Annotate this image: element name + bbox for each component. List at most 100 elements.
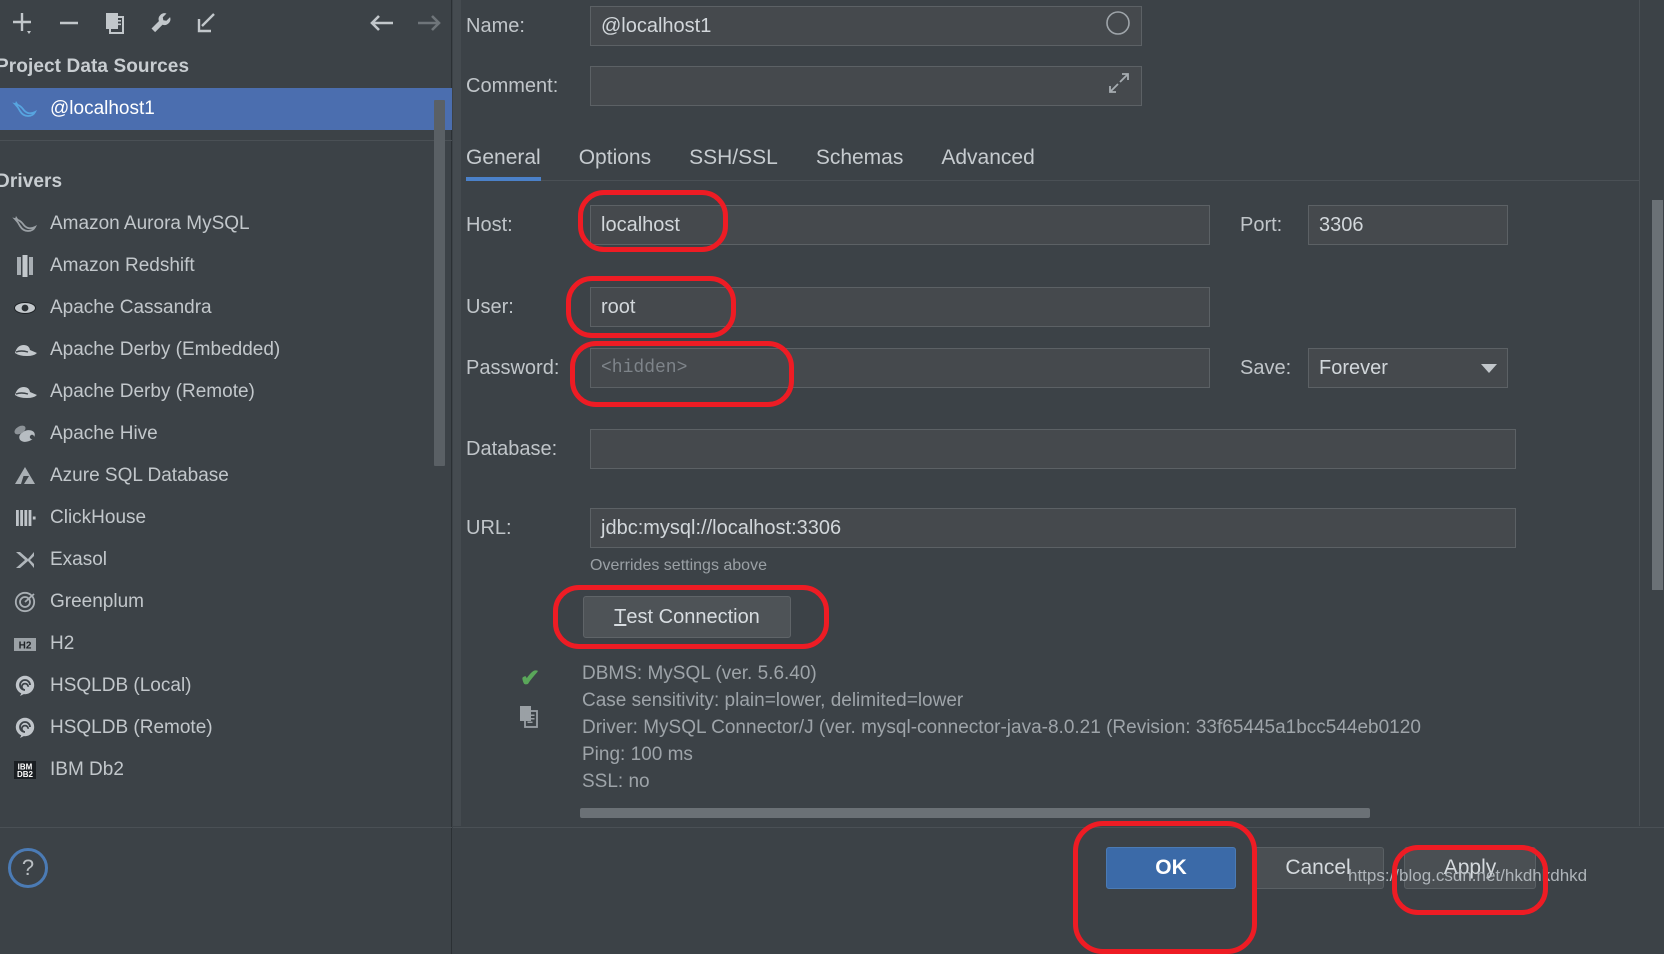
data-source-item-localhost1[interactable]: @localhost1: [0, 88, 452, 130]
driver-label: IBM Db2: [50, 759, 124, 781]
copy-to-clipboard-icon[interactable]: [518, 704, 542, 735]
driver-item-amazon-aurora-mysql[interactable]: Amazon Aurora MySQL: [0, 203, 452, 245]
data-sources-tree[interactable]: Project Data Sources @localhost1 Drivers…: [0, 46, 452, 826]
forward-button[interactable]: [406, 1, 452, 45]
cassandra-eye-icon: [0, 297, 50, 319]
driver-item-clickhouse[interactable]: ClickHouse: [0, 497, 452, 539]
driver-label: ClickHouse: [50, 507, 146, 529]
watermark-text: https://blog.csdn.net/hkdhkdhkd: [1348, 866, 1587, 886]
add-data-source-button[interactable]: [0, 1, 46, 45]
driver-item-ibm-db2[interactable]: IBMDB2 IBM Db2: [0, 749, 452, 791]
tab-ssh-ssl[interactable]: SSH/SSL: [689, 146, 778, 181]
clickhouse-icon: [0, 507, 50, 529]
driver-item-apache-derby-embedded[interactable]: Apache Derby (Embedded): [0, 329, 452, 371]
mysql-dolphin-icon: [0, 213, 50, 235]
save-label: Save:: [1240, 357, 1308, 380]
result-line-ssl: SSL: no: [582, 768, 1421, 795]
url-value: jdbc:mysql://localhost:3306: [601, 517, 841, 540]
duplicate-data-source-button[interactable]: [92, 1, 138, 45]
save-dropdown[interactable]: Forever: [1308, 348, 1508, 388]
h2-icon: H2: [0, 633, 50, 655]
driver-label: Azure SQL Database: [50, 465, 229, 487]
port-label: Port:: [1240, 214, 1308, 237]
database-label: Database:: [466, 438, 590, 461]
data-sources-and-drivers-dialog: Project Data Sources @localhost1 Drivers…: [0, 0, 1664, 954]
remove-data-source-button[interactable]: [46, 1, 92, 45]
comment-input[interactable]: [590, 66, 1142, 106]
ibm-db2-icon: IBMDB2: [0, 758, 50, 782]
driver-item-apache-derby-remote[interactable]: Apache Derby (Remote): [0, 371, 452, 413]
name-row: Name: @localhost1: [466, 6, 1646, 46]
name-input[interactable]: @localhost1: [590, 6, 1142, 46]
url-row: URL: jdbc:mysql://localhost:3306: [466, 508, 1646, 548]
driver-label: Apache Hive: [50, 423, 158, 445]
driver-item-amazon-redshift[interactable]: Amazon Redshift: [0, 245, 452, 287]
main-vscrollbar-thumb[interactable]: [1652, 200, 1663, 590]
hive-bee-icon: [0, 423, 50, 445]
sidebar: Project Data Sources @localhost1 Drivers…: [0, 0, 452, 954]
ok-button[interactable]: OK: [1106, 847, 1236, 889]
sidebar-toolbar: [0, 0, 452, 46]
database-row: Database:: [466, 429, 1646, 469]
tab-schemas[interactable]: Schemas: [816, 146, 904, 181]
driver-item-apache-hive[interactable]: Apache Hive: [0, 413, 452, 455]
user-row: User: root: [466, 287, 1646, 327]
tab-general[interactable]: General: [466, 146, 541, 181]
expand-arrows-icon[interactable]: [1107, 71, 1131, 101]
database-input[interactable]: [590, 429, 1516, 469]
derby-hat-icon: [0, 339, 50, 361]
main-panel: Name: @localhost1 Comment: General Optio…: [453, 0, 1664, 954]
host-input[interactable]: localhost: [590, 205, 1210, 245]
back-button[interactable]: [360, 1, 406, 45]
name-label: Name:: [466, 15, 590, 38]
main-left-edge-strip: [453, 0, 461, 826]
sidebar-divider: [0, 827, 452, 828]
result-line-dbms: DBMS: MySQL (ver. 5.6.40): [582, 660, 1421, 687]
driver-item-hsqldb-local[interactable]: HSQLDB (Local): [0, 665, 452, 707]
green-check-icon: ✔: [520, 664, 540, 693]
result-line-driver: Driver: MySQL Connector/J (ver. mysql-co…: [582, 714, 1421, 741]
result-line-ping: Ping: 100 ms: [582, 741, 1421, 768]
host-label: Host:: [466, 214, 590, 237]
host-row: Host: localhost Port: 3306: [466, 205, 1646, 245]
driver-item-apache-cassandra[interactable]: Apache Cassandra: [0, 287, 452, 329]
password-row: Password: <hidden> Save: Forever: [466, 348, 1646, 388]
password-input[interactable]: <hidden>: [590, 348, 1210, 388]
tab-advanced[interactable]: Advanced: [941, 146, 1034, 181]
comment-label: Comment:: [466, 75, 590, 98]
port-input[interactable]: 3306: [1308, 205, 1508, 245]
derby-hat-icon: [0, 381, 50, 403]
color-circle-icon[interactable]: [1105, 10, 1131, 42]
tab-bar: General Options SSH/SSL Schemas Advanced: [466, 135, 1656, 181]
import-arrow-icon[interactable]: [184, 1, 230, 45]
port-value: 3306: [1319, 214, 1364, 237]
save-value: Forever: [1319, 357, 1388, 380]
driver-label: H2: [50, 633, 74, 655]
results-hscrollbar-thumb[interactable]: [580, 808, 1370, 818]
project-data-sources-header: Project Data Sources: [0, 46, 452, 88]
data-source-label: @localhost1: [50, 98, 155, 120]
tab-options[interactable]: Options: [579, 146, 651, 181]
svg-text:DB2: DB2: [17, 770, 34, 779]
sidebar-scrollbar[interactable]: [434, 100, 445, 466]
driver-item-hsqldb-remote[interactable]: HSQLDB (Remote): [0, 707, 452, 749]
driver-label: Amazon Redshift: [50, 255, 195, 277]
hsqldb-icon: [0, 674, 50, 698]
driver-item-h2[interactable]: H2 H2: [0, 623, 452, 665]
driver-label: Greenplum: [50, 591, 144, 613]
driver-label: Apache Derby (Remote): [50, 381, 255, 403]
name-value: @localhost1: [601, 15, 711, 38]
driver-label: Exasol: [50, 549, 107, 571]
test-connection-button[interactable]: Test Connection: [583, 596, 791, 638]
help-button[interactable]: ?: [8, 848, 48, 888]
test-connection-label: est Connection: [626, 606, 759, 629]
driver-item-azure-sql-database[interactable]: Azure SQL Database: [0, 455, 452, 497]
user-label: User:: [466, 296, 590, 319]
user-input[interactable]: root: [590, 287, 1210, 327]
wrench-icon[interactable]: [138, 1, 184, 45]
hsqldb-icon: [0, 716, 50, 740]
driver-item-greenplum[interactable]: Greenplum: [0, 581, 452, 623]
url-input[interactable]: jdbc:mysql://localhost:3306: [590, 508, 1516, 548]
driver-item-exasol[interactable]: Exasol: [0, 539, 452, 581]
connection-results-text: DBMS: MySQL (ver. 5.6.40) Case sensitivi…: [582, 660, 1421, 795]
